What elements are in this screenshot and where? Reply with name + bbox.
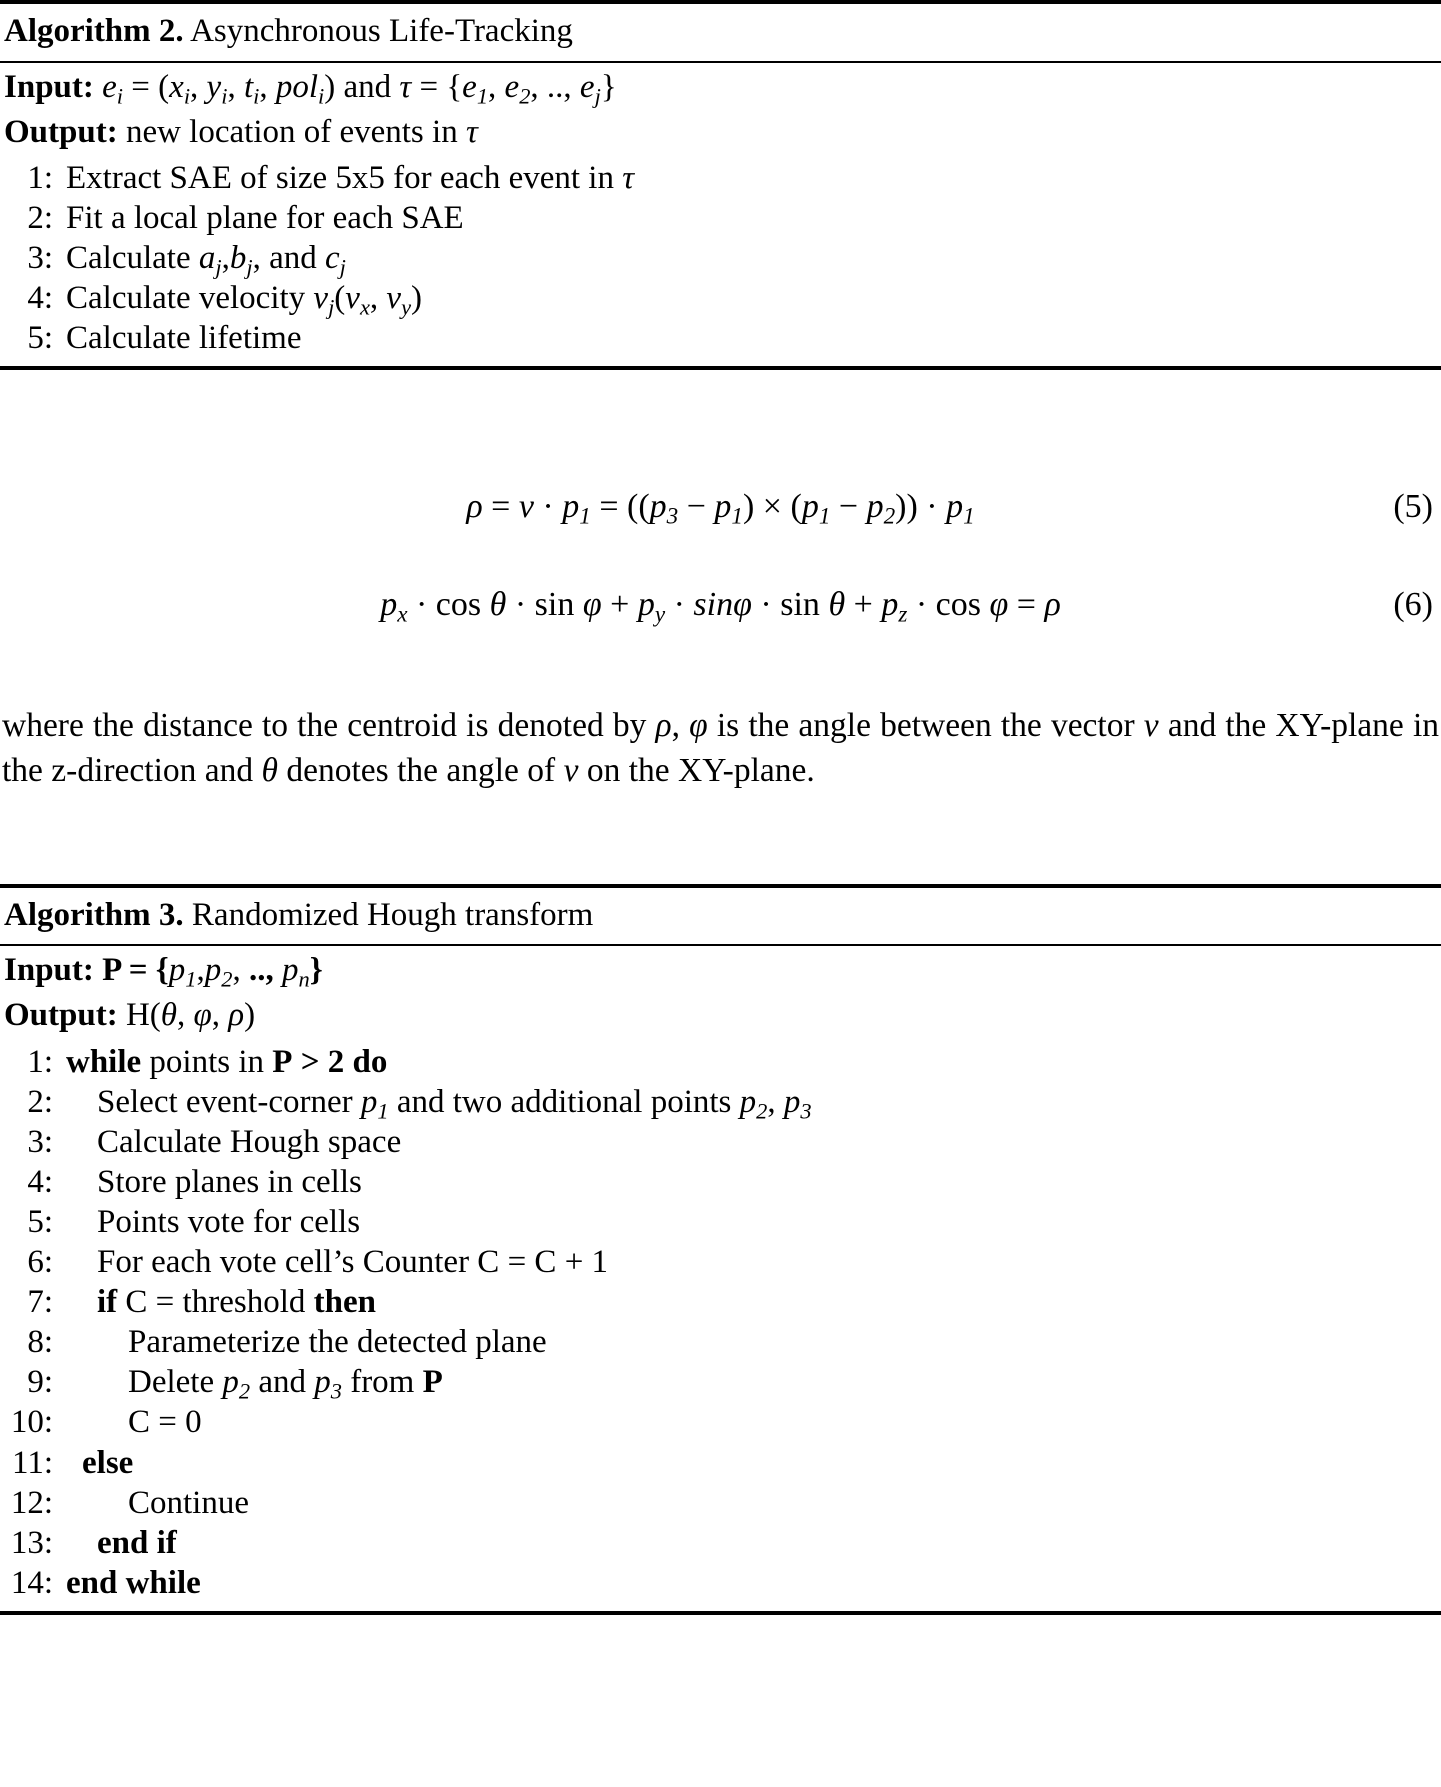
- step-number: 10:: [10, 1404, 53, 1441]
- algorithm-2-step: 1: Extract SAE of size 5x5 for each even…: [4, 158, 1437, 198]
- algorithm-3-step: 6: For each vote cell’s Counter C = C + …: [4, 1242, 1437, 1282]
- algorithm-3-step: 10: C = 0: [4, 1402, 1437, 1442]
- algorithm-2-caption: Algorithm 2. Asynchronous Life-Tracking: [0, 4, 1441, 61]
- step-text: end if: [97, 1524, 177, 1561]
- algorithm-3-output-label: Output:: [4, 997, 118, 1034]
- step-text: For each vote cell’s Counter C = C + 1: [97, 1244, 609, 1281]
- algorithm-3-steps: 1: while points in P > 2 do 2: Select ev…: [0, 1037, 1441, 1611]
- algorithm-3-step: 14: end while: [4, 1563, 1437, 1603]
- step-number: 3:: [27, 240, 53, 277]
- algorithm-2-step: 5: Calculate lifetime: [4, 318, 1437, 358]
- step-number: 4:: [27, 1163, 53, 1200]
- step-number: 1:: [27, 160, 53, 197]
- algorithm-3-step: 2: Select event-corner p1 and two additi…: [4, 1082, 1437, 1122]
- step-text: C = 0: [128, 1404, 202, 1441]
- algorithm-2-input-label: Input:: [4, 68, 94, 105]
- step-text: end while: [66, 1564, 201, 1601]
- algorithm-2-step: 3: Calculate aj,bj, and cj: [4, 238, 1437, 278]
- algorithm-2-step: 4: Calculate velocity vj(vx, vy): [4, 278, 1437, 318]
- step-text: else: [82, 1444, 134, 1481]
- algorithm-3-step: 1: while points in P > 2 do: [4, 1042, 1437, 1082]
- step-text: Calculate velocity vj(vx, vy): [66, 280, 423, 320]
- algorithm-2-output-label: Output:: [4, 113, 118, 150]
- algorithm-3-step: 9: Delete p2 and p3 from P: [4, 1362, 1437, 1402]
- step-number: 11:: [12, 1444, 53, 1481]
- step-text: Calculate Hough space: [97, 1123, 402, 1160]
- step-number: 5:: [27, 320, 53, 357]
- step-number: 2:: [27, 200, 53, 237]
- algorithm-3-step: 12: Continue: [4, 1483, 1437, 1523]
- step-number: 2:: [27, 1083, 53, 1120]
- paragraph-text: where the distance to the centroid is de…: [2, 707, 1439, 790]
- step-text: Select event-corner p1 and two additiona…: [97, 1083, 812, 1123]
- algorithm-3-block: Algorithm 3. Randomized Hough transform …: [0, 883, 1441, 1615]
- step-text: while points in P > 2 do: [66, 1043, 388, 1080]
- step-number: 12:: [10, 1484, 53, 1521]
- algorithm-3-output-value: H(θ, φ, ρ): [125, 997, 256, 1034]
- algorithm-3-output-line: Output: H(θ, φ, ρ): [0, 991, 1441, 1036]
- step-text: Calculate aj,bj, and cj: [66, 240, 346, 280]
- algorithm-2-output-line: Output: new location of events in τ: [0, 108, 1441, 153]
- step-text: Calculate lifetime: [66, 320, 302, 357]
- step-text: Store planes in cells: [97, 1163, 362, 1200]
- algorithm-2-steps: 1: Extract SAE of size 5x5 for each even…: [0, 153, 1441, 366]
- algorithm-3-label: Algorithm 3.: [4, 896, 184, 933]
- algorithm-3-input-label: Input:: [4, 952, 94, 989]
- equation-6-body: px · cos θ · sin φ + py · sinφ · sin θ +…: [380, 586, 1061, 628]
- step-number: 9:: [27, 1364, 53, 1401]
- document-page: Algorithm 2. Asynchronous Life-Tracking …: [0, 0, 1441, 1615]
- algorithm-2-title: Asynchronous Life-Tracking: [190, 13, 573, 49]
- algorithm-2-block: Algorithm 2. Asynchronous Life-Tracking …: [0, 0, 1441, 371]
- algorithm-2-step: 2: Fit a local plane for each SAE: [4, 198, 1437, 238]
- algorithm-3-title: Randomized Hough transform: [191, 896, 594, 933]
- step-number: 8:: [27, 1324, 53, 1361]
- step-text: Delete p2 and p3 from P: [128, 1364, 443, 1404]
- equation-5-body: ρ = v · p1 = ((p3 − p1) × (p1 − p2)) · p…: [466, 488, 975, 530]
- step-text: Continue: [128, 1484, 249, 1521]
- step-text: Parameterize the detected plane: [128, 1324, 547, 1361]
- algorithm-3-step: 5: Points vote for cells: [4, 1202, 1437, 1242]
- algorithm-2-output-value: new location of events in τ: [125, 113, 478, 150]
- algorithm-2-label: Algorithm 2.: [4, 13, 184, 49]
- step-text: Fit a local plane for each SAE: [66, 200, 464, 237]
- step-text: Extract SAE of size 5x5 for each event i…: [66, 160, 635, 197]
- equation-5: ρ = v · p1 = ((p3 − p1) × (p1 − p2)) · p…: [0, 488, 1441, 530]
- algorithm-3-input-line: Input: P = {p1,p2, .., pn}: [0, 946, 1441, 991]
- step-number: 13:: [10, 1524, 53, 1561]
- step-number: 4:: [27, 280, 53, 317]
- equation-6: px · cos θ · sin φ + py · sinφ · sin θ +…: [0, 586, 1441, 628]
- step-text: Points vote for cells: [97, 1203, 361, 1240]
- algorithm-2-input-value: ei = (xi, yi, ti, poli) and τ = {e1, e2,…: [102, 68, 617, 108]
- algorithm-3-step: 11: else: [4, 1443, 1437, 1483]
- equation-6-number: (6): [1393, 586, 1433, 624]
- algorithm-3-step: 3: Calculate Hough space: [4, 1122, 1437, 1162]
- step-number: 3:: [27, 1123, 53, 1160]
- step-number: 6:: [27, 1244, 53, 1281]
- algorithm-3-caption: Algorithm 3. Randomized Hough transform: [0, 888, 1441, 945]
- step-number: 1:: [27, 1043, 53, 1080]
- algorithm-3-input-value: P = {p1,p2, .., pn}: [102, 952, 323, 992]
- step-number: 7:: [27, 1284, 53, 1321]
- equation-5-number: (5): [1393, 488, 1433, 526]
- algorithm-3-step: 13: end if: [4, 1523, 1437, 1563]
- algorithm-3-step: 4: Store planes in cells: [4, 1162, 1437, 1202]
- step-number: 14:: [10, 1564, 53, 1601]
- algorithm-2-input-line: Input: ei = (xi, yi, ti, poli) and τ = {…: [0, 63, 1441, 108]
- algorithm-3-step: 8: Parameterize the detected plane: [4, 1322, 1437, 1362]
- step-number: 5:: [27, 1203, 53, 1240]
- explanatory-paragraph: where the distance to the centroid is de…: [0, 704, 1441, 793]
- step-text: if C = threshold then: [97, 1284, 376, 1321]
- algorithm-3-bottom-rule: [0, 1610, 1441, 1615]
- equations-zone: ρ = v · p1 = ((p3 − p1) × (p1 − p2)) · p…: [0, 370, 1441, 704]
- algorithm-3-step: 7: if C = threshold then: [4, 1282, 1437, 1322]
